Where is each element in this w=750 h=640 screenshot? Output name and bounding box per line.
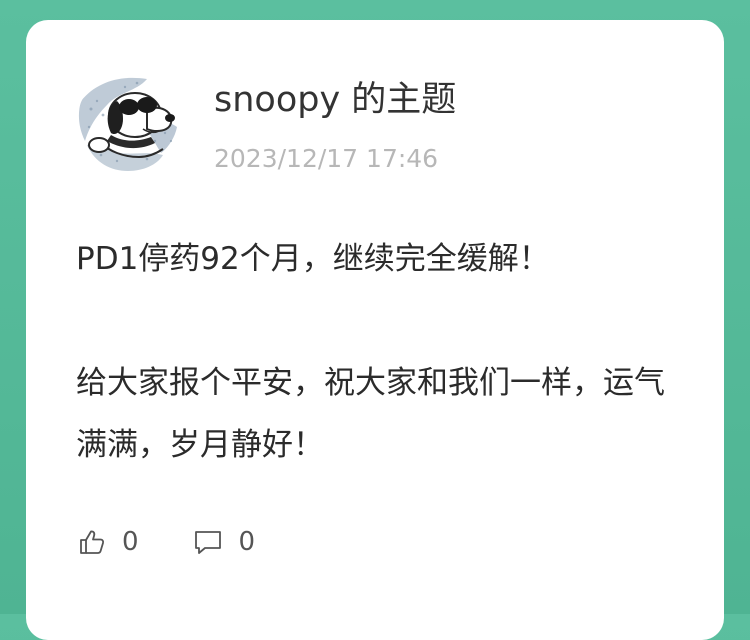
post-paragraph: 给大家报个平安，祝大家和我们一样，运气满满，岁月静好！ bbox=[76, 365, 665, 463]
comment-button[interactable]: 0 bbox=[193, 527, 256, 557]
comment-bubble-icon bbox=[193, 528, 223, 556]
post-content: PD1停药92个月，继续完全缓解！ 给大家报个平安，祝大家和我们一样，运气满满，… bbox=[76, 228, 686, 476]
post-actions: 0 0 bbox=[78, 525, 255, 559]
post-author-title[interactable]: snoopy 的主题 bbox=[214, 80, 456, 120]
like-button[interactable]: 0 bbox=[78, 527, 139, 557]
post-paragraph: PD1停药92个月，继续完全缓解！ bbox=[76, 241, 550, 277]
like-count: 0 bbox=[122, 527, 139, 557]
snoopy-avatar-icon[interactable] bbox=[77, 71, 179, 173]
post-timestamp: 2023/12/17 17:46 bbox=[214, 144, 439, 173]
post-card: snoopy 的主题 2023/12/17 17:46 PD1停药92个月，继续… bbox=[26, 20, 724, 640]
comment-count: 0 bbox=[238, 527, 256, 557]
thumbs-up-icon bbox=[78, 528, 106, 556]
